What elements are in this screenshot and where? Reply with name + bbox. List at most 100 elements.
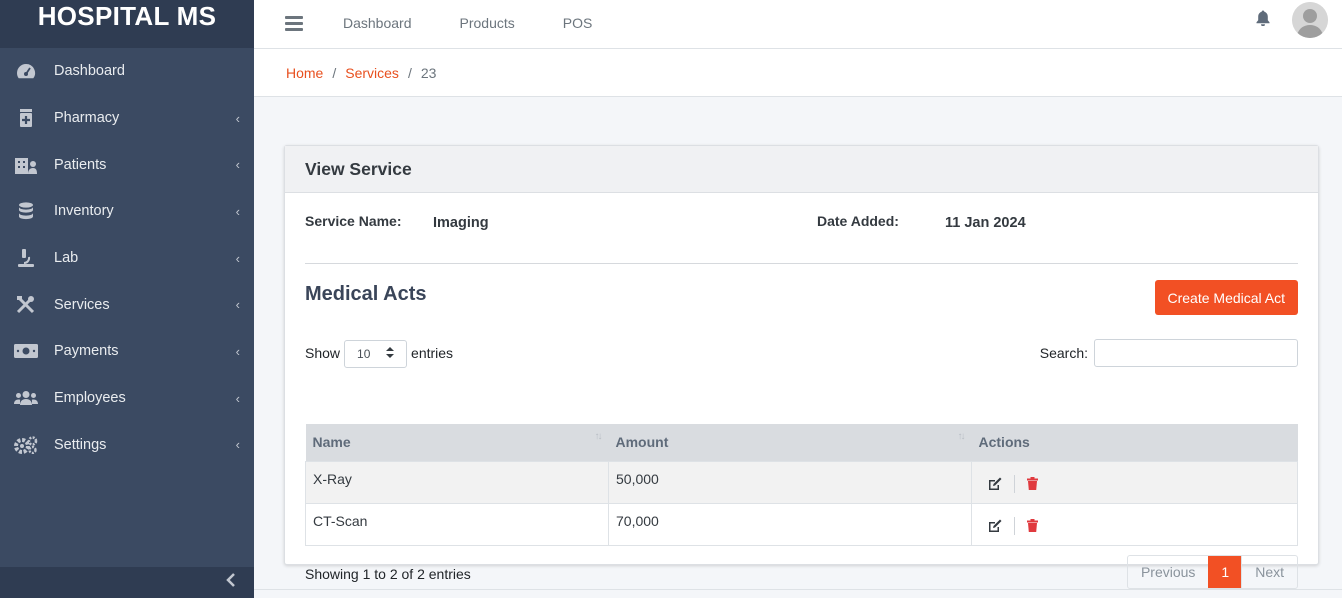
service-name-field: Service Name: — [305, 213, 402, 229]
topnav-link-dashboard[interactable]: Dashboard — [343, 15, 412, 31]
gears-icon — [14, 435, 38, 455]
date-added-value-wrap: 11 Jan 2024 — [945, 214, 1026, 231]
service-name-value: Imaging — [433, 215, 489, 231]
sidebar-item-lab[interactable]: Lab ‹ — [0, 235, 254, 282]
sidebar-item-settings[interactable]: Settings ‹ — [0, 422, 254, 469]
tools-icon — [14, 295, 38, 315]
date-added-label: Date Added: — [817, 213, 899, 229]
topnav-link-pos[interactable]: POS — [563, 15, 593, 31]
chevron-left-icon: ‹ — [235, 157, 240, 173]
service-name-label: Service Name: — [305, 213, 402, 229]
entries-select[interactable]: 10 — [344, 340, 408, 368]
breadcrumb-current: 23 — [420, 64, 437, 81]
sidebar-collapse-bar — [0, 567, 254, 598]
sidebar-item-patients[interactable]: Patients ‹ — [0, 141, 254, 188]
table-row: CT-Scan 70,000 — [305, 502, 1298, 546]
service-name-value-wrap: Imaging — [433, 214, 489, 231]
pharmacy-icon — [14, 108, 38, 128]
next-page-button[interactable]: Next — [1242, 556, 1297, 588]
top-navbar: Dashboard Products POS — [254, 0, 1342, 49]
divider — [305, 263, 1298, 264]
cell-amount: 50,000 — [608, 460, 972, 504]
table-row: X-Ray 50,000 — [305, 460, 1298, 504]
bell-icon[interactable] — [1256, 10, 1270, 31]
search-label: Search: — [1039, 345, 1088, 361]
pagination: Previous 1 Next — [1126, 555, 1298, 589]
date-added-value: 11 Jan 2024 — [945, 215, 1026, 231]
microscope-icon — [14, 248, 38, 268]
topnav-link-products[interactable]: Products — [460, 15, 515, 31]
column-header-amount[interactable]: Amount ↑↓ — [608, 424, 972, 461]
edit-icon[interactable] — [988, 519, 1002, 532]
column-header-actions: Actions — [971, 424, 1298, 461]
sidebar-item-dashboard[interactable]: Dashboard — [0, 48, 254, 95]
action-divider — [1014, 516, 1015, 535]
table-search: Search: — [1040, 339, 1298, 367]
sidebar-item-pharmacy[interactable]: Pharmacy ‹ — [0, 95, 254, 142]
chevron-left-icon: ‹ — [235, 390, 240, 406]
medical-acts-table: Name ↑↓ Amount ↑↓ Actions X-Ray 50,000 C… — [305, 424, 1298, 546]
card-header: View Service — [285, 146, 1318, 193]
breadcrumb-services[interactable]: Services — [345, 65, 399, 81]
database-icon — [14, 201, 38, 221]
sidebar-item-label: Payments — [54, 343, 119, 360]
top-right-tools — [1256, 0, 1328, 40]
chevron-left-icon: ‹ — [235, 110, 240, 126]
patients-hospital-icon — [14, 155, 38, 175]
chevron-left-icon: ‹ — [235, 437, 240, 453]
entries-select-value: 10 — [357, 347, 371, 361]
brand-title: HOSPITAL MS — [37, 0, 217, 31]
search-input[interactable] — [1094, 339, 1298, 367]
sidebar-item-label: Pharmacy — [54, 110, 120, 127]
sidebar-item-label: Inventory — [54, 203, 114, 220]
sort-icon: ↑↓ — [957, 431, 966, 442]
breadcrumb: Home / Services / 23 — [254, 49, 1342, 97]
breadcrumb-home[interactable]: Home — [286, 65, 323, 81]
page-1-button[interactable]: 1 — [1208, 556, 1243, 588]
create-medical-act-button[interactable]: Create Medical Act — [1154, 280, 1298, 315]
sidebar-item-label: Lab — [54, 250, 79, 267]
edit-icon[interactable] — [988, 477, 1002, 490]
trash-icon[interactable] — [1027, 519, 1038, 532]
date-added-field: Date Added: — [817, 213, 899, 229]
breadcrumb-separator: / — [407, 64, 412, 81]
sidebar-item-label: Employees — [54, 390, 126, 407]
breadcrumb-separator: / — [332, 64, 337, 81]
previous-page-button[interactable]: Previous — [1128, 556, 1208, 588]
sidebar-item-employees[interactable]: Employees ‹ — [0, 375, 254, 422]
footer-divider — [254, 589, 1342, 590]
sort-icon: ↑↓ — [594, 431, 603, 442]
column-header-name[interactable]: Name ↑↓ — [305, 424, 609, 461]
sidebar-item-inventory[interactable]: Inventory ‹ — [0, 188, 254, 235]
sidebar-item-label: Settings — [54, 436, 107, 453]
cell-name: CT-Scan — [305, 502, 609, 546]
chevron-left-icon: ‹ — [235, 203, 240, 219]
view-service-card: View Service Service Name: Imaging Date … — [284, 145, 1319, 589]
cell-actions — [971, 502, 1298, 546]
entries-label: entries — [411, 345, 454, 361]
users-icon — [14, 388, 38, 408]
table-info: Showing 1 to 2 of 2 entries — [305, 566, 471, 582]
sidebar-item-payments[interactable]: Payments ‹ — [0, 328, 254, 375]
cell-actions — [971, 460, 1298, 504]
sidebar-item-label: Services — [54, 296, 110, 313]
sidebar-item-services[interactable]: Services ‹ — [0, 281, 254, 328]
brand[interactable]: HOSPITAL MS — [0, 0, 254, 48]
action-divider — [1014, 474, 1015, 493]
sidebar-item-label: Patients — [54, 156, 107, 173]
dashboard-gauge-icon — [14, 61, 38, 81]
card-title: View Service — [305, 158, 412, 179]
chevron-left-icon: ‹ — [235, 343, 240, 359]
chevron-left-icon: ‹ — [235, 250, 240, 266]
sidebar-item-label: Dashboard — [54, 63, 125, 80]
menu-toggle-icon[interactable] — [285, 15, 303, 31]
table-header-row: Name ↑↓ Amount ↑↓ Actions — [305, 424, 1298, 461]
trash-icon[interactable] — [1027, 477, 1038, 490]
collapse-sidebar-icon[interactable] — [226, 573, 236, 592]
cell-name: X-Ray — [305, 460, 609, 504]
sidebar: HOSPITAL MS Dashboard Pharmacy ‹ Patient… — [0, 0, 254, 598]
sort-updown-icon — [386, 347, 395, 361]
chevron-left-icon: ‹ — [235, 297, 240, 313]
avatar[interactable] — [1292, 2, 1328, 38]
medical-acts-title: Medical Acts — [305, 283, 427, 305]
